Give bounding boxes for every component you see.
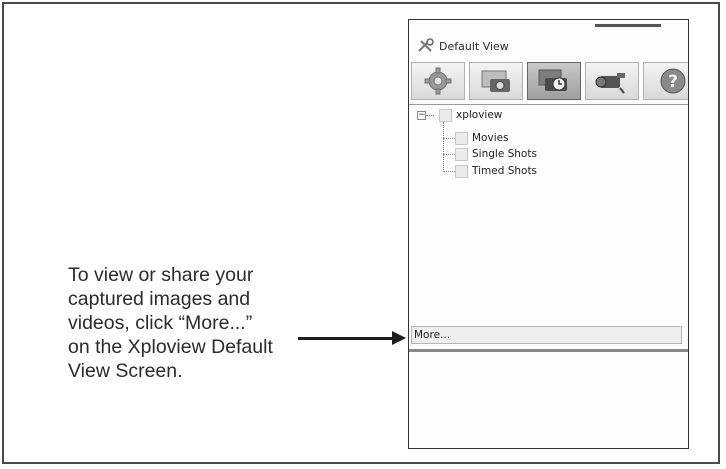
tree-item-timed-shots[interactable]: Timed Shots (455, 163, 537, 179)
video-camera-icon (595, 73, 625, 94)
tree-item-label: xploview (456, 109, 503, 121)
folder-tree: − xploview Movies Single Shots Timed Sho… (417, 107, 677, 230)
folder-icon (439, 108, 452, 122)
panel-splitter[interactable] (409, 349, 688, 352)
video-button[interactable] (585, 62, 639, 100)
tree-connector (443, 122, 444, 172)
single-shot-button[interactable] (469, 62, 523, 100)
window-top-edge (595, 24, 661, 27)
tree-item-movies[interactable]: Movies (455, 130, 509, 146)
instruction-line-3: videos, click “More...” (68, 312, 253, 334)
help-icon: ? (660, 68, 686, 94)
window-title: Default View (439, 39, 509, 53)
instruction-line-1: To view or share your (68, 264, 254, 286)
tree-item-label: Movies (472, 132, 509, 144)
folder-icon (455, 131, 468, 145)
xploview-window: Default View ? − xploview Movies Single … (408, 19, 689, 449)
toolbar: ? (411, 62, 688, 102)
timed-shots-clock-icon (538, 69, 567, 91)
instruction-line-4: on the Xploview Default (68, 336, 273, 358)
settings-gear-icon (424, 67, 452, 95)
svg-text:?: ? (668, 72, 678, 92)
app-tools-icon (418, 38, 434, 52)
pointer-arrow-icon (392, 331, 406, 345)
instruction-line-5: View Screen. (68, 360, 183, 382)
tree-item-single-shots[interactable]: Single Shots (455, 146, 537, 162)
settings-button[interactable] (411, 62, 465, 100)
instruction-line-2: captured images and (68, 288, 251, 310)
camera-photo-icon (481, 70, 510, 92)
tree-item-label: Single Shots (472, 148, 537, 160)
window-titlebar: Default View (417, 36, 509, 56)
tree-item-label: Timed Shots (472, 165, 538, 177)
instruction-text: To view or share your captured images an… (68, 263, 333, 383)
more-button[interactable]: More... (411, 326, 682, 344)
folder-icon (455, 147, 468, 161)
timed-shots-button[interactable] (527, 62, 581, 100)
tree-connector (443, 138, 455, 139)
collapse-icon[interactable]: − (417, 110, 426, 120)
pointer-arrow-shaft (298, 337, 394, 340)
tree-connector (443, 171, 455, 172)
toolbar-divider (409, 104, 688, 105)
tree-connector (443, 154, 455, 155)
tree-item-xploview[interactable]: − xploview (417, 107, 502, 123)
folder-icon (455, 164, 468, 178)
help-button[interactable]: ? (643, 62, 688, 100)
